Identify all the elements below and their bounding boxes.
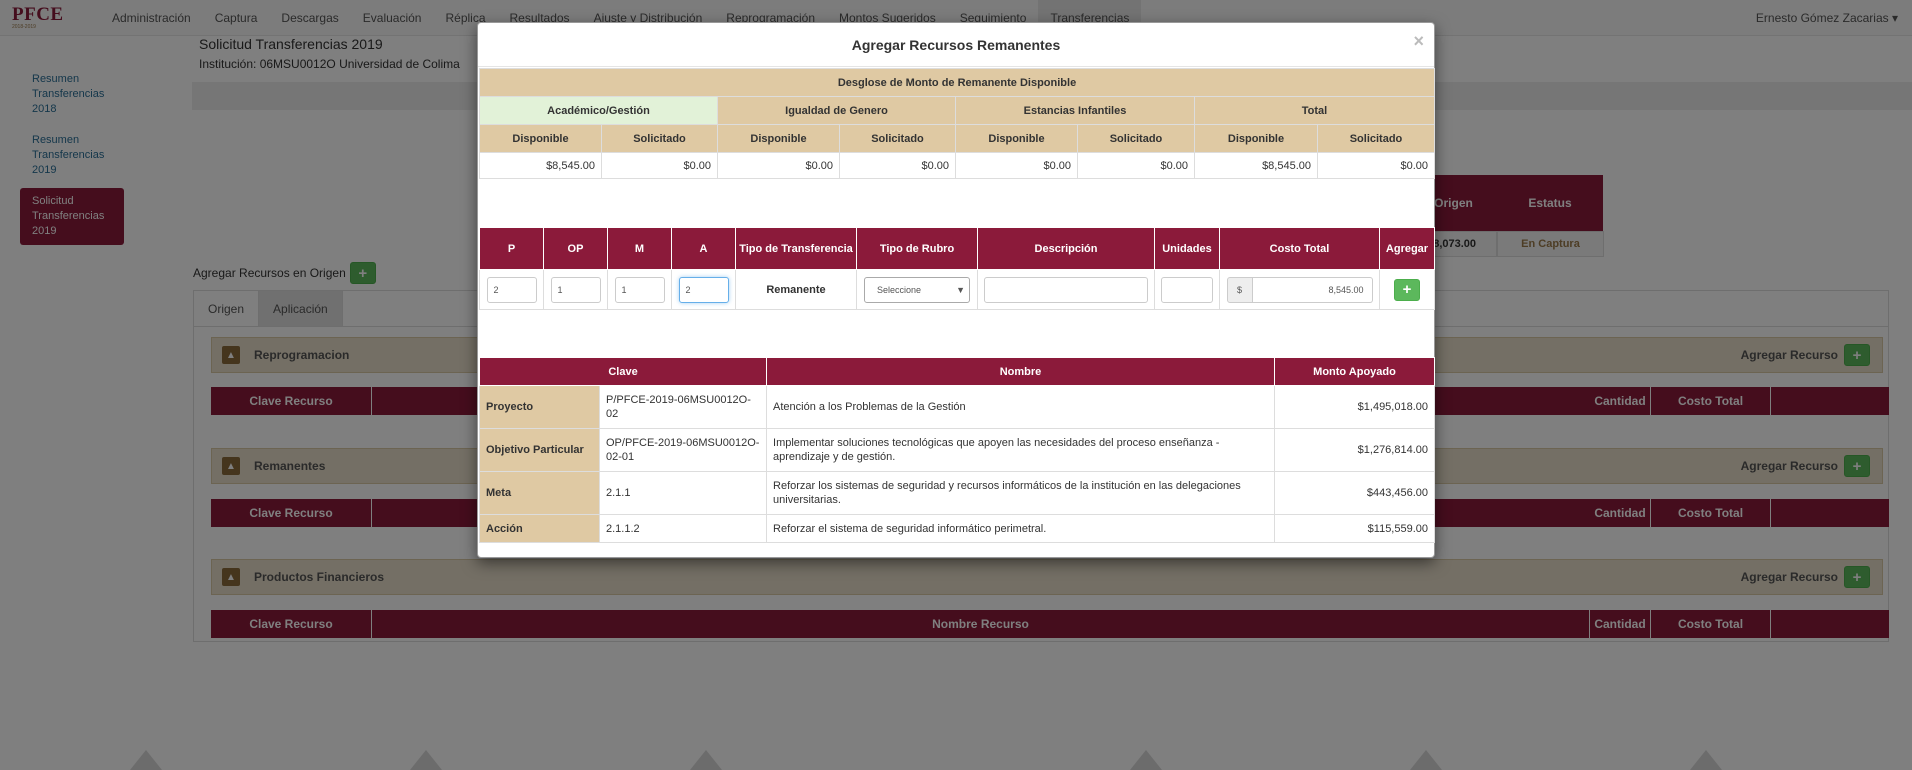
col-p: P [479,227,544,270]
total-disponible: $8,545.00 [1194,152,1318,179]
col-disponible: Disponible [1194,124,1318,153]
row-nombre: Reforzar los sistemas de seguridad y rec… [766,471,1276,515]
col-monto-apoyado: Monto Apoyado [1274,357,1436,386]
col-solicitado: Solicitado [839,124,956,153]
a-input[interactable]: 2 [678,276,729,303]
igualdad-disponible: $0.00 [717,152,840,179]
plus-icon: + [1402,281,1412,298]
group-academico: Académico/Gestión [479,96,718,125]
clave-table: Clave Nombre Monto Apoyado Proyecto P/PF… [478,357,1436,543]
igualdad-solicitado: $0.00 [839,152,956,179]
row-clave: 2.1.1 [598,471,768,515]
row-label: Acción [479,514,600,543]
col-costo-total: Costo Total [1219,227,1380,270]
row-monto: $1,276,814.00 [1274,428,1436,472]
row-monto: $443,456.00 [1274,471,1436,515]
estancias-disponible: $0.00 [955,152,1078,179]
col-disponible: Disponible [955,124,1078,153]
tipo-transferencia-value: Remanente [735,269,857,310]
costo-total-input[interactable]: 8,545.00 [1252,276,1373,303]
total-solicitado: $0.00 [1317,152,1435,179]
col-solicitado: Solicitado [1317,124,1435,153]
estancias-solicitado: $0.00 [1077,152,1195,179]
row-clave: 2.1.1.2 [598,514,768,543]
col-solicitado: Solicitado [1077,124,1195,153]
col-a: A [671,227,736,270]
row-nombre: Implementar soluciones tecnológicas que … [766,428,1276,472]
col-op: OP [543,227,608,270]
row-label: Meta [479,471,600,515]
close-icon[interactable]: × [1413,31,1424,52]
group-igualdad: Igualdad de Genero [717,96,956,125]
descripcion-input[interactable] [984,276,1148,303]
rubro-select[interactable]: Seleccione ▼ [864,276,970,303]
p-input[interactable]: 2 [486,276,537,303]
add-remanentes-modal: Agregar Recursos Remanentes × Desglose d… [477,22,1436,558]
col-disponible: Disponible [717,124,840,153]
desglose-title: Desglose de Monto de Remanente Disponibl… [479,68,1435,97]
group-estancias: Estancias Infantiles [955,96,1195,125]
desglose-table: Desglose de Monto de Remanente Disponibl… [479,68,1435,179]
costo-total-group: $8,545.00 [1226,276,1373,303]
dropdown-arrow-icon: ▼ [956,284,965,295]
col-agregar: Agregar [1379,227,1435,270]
table-row: Meta 2.1.1 Reforzar los sistemas de segu… [479,471,1436,515]
add-row-button[interactable]: + [1394,278,1420,301]
m-input[interactable]: 1 [614,276,665,303]
group-total: Total [1194,96,1435,125]
table-row: Proyecto P/PFCE-2019-06MSU0012O-02 Atenc… [479,385,1436,429]
row-clave: OP/PFCE-2019-06MSU0012O-02-01 [598,428,768,472]
col-tipo-transferencia: Tipo de Transferencia [735,227,857,270]
col-solicitado: Solicitado [601,124,718,153]
rubro-select-value: Seleccione [877,284,922,295]
modal-title: Agregar Recursos Remanentes [851,37,1061,53]
col-unidades: Unidades [1154,227,1220,270]
table-row: Acción 2.1.1.2 Reforzar el sistema de se… [479,514,1436,543]
add-resource-form: P OP M A Tipo de Transferencia Tipo de R… [479,227,1435,310]
row-clave: P/PFCE-2019-06MSU0012O-02 [598,385,768,429]
row-nombre: Reforzar el sistema de seguridad informá… [766,514,1276,543]
academico-solicitado: $0.00 [601,152,718,179]
col-m: M [607,227,672,270]
row-monto: $115,559.00 [1274,514,1436,543]
currency-addon: $ [1226,276,1253,303]
col-nombre: Nombre [766,357,1276,386]
row-monto: $1,495,018.00 [1274,385,1436,429]
col-clave: Clave [478,357,768,386]
row-label: Proyecto [479,385,600,429]
col-disponible: Disponible [479,124,602,153]
table-row: Objetivo Particular OP/PFCE-2019-06MSU00… [479,428,1436,472]
row-label: Objetivo Particular [479,428,600,472]
row-nombre: Atención a los Problemas de la Gestión [766,385,1276,429]
unidades-input[interactable] [1161,276,1213,303]
op-input[interactable]: 1 [550,276,601,303]
modal-header: Agregar Recursos Remanentes × [478,23,1434,67]
col-tipo-rubro: Tipo de Rubro [856,227,978,270]
academico-disponible: $8,545.00 [479,152,602,179]
col-descripcion: Descripción [977,227,1155,270]
